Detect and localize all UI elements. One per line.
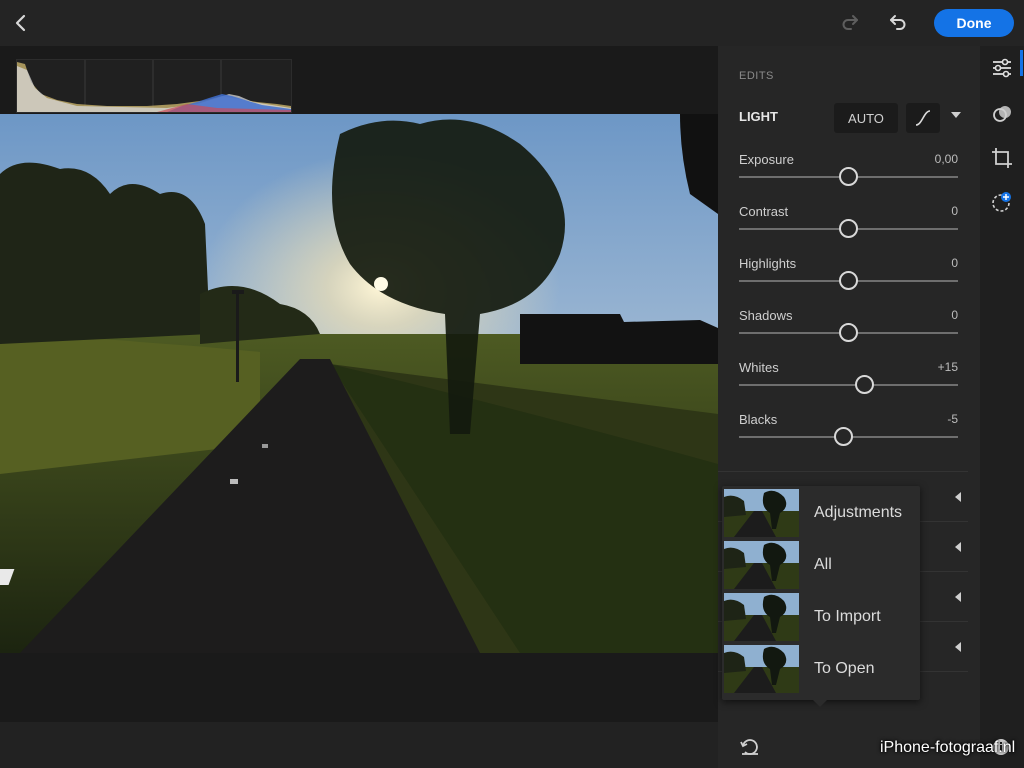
popup-item-label: To Open [814, 660, 875, 677]
section-collapse-arrow[interactable] [955, 542, 961, 552]
versions-popup-menu: Adjustments All To Import To Open [722, 486, 920, 700]
slider-blacks[interactable]: Blacks -5 [739, 412, 958, 456]
chevron-left-icon [15, 14, 26, 32]
reset-button[interactable] [740, 738, 760, 756]
slider-value[interactable]: 0,00 [935, 152, 958, 166]
slider-thumb[interactable] [833, 427, 853, 446]
slider-thumb[interactable] [839, 219, 858, 238]
edit-tool-button[interactable] [990, 56, 1014, 80]
slider-exposure[interactable]: Exposure 0,00 [739, 152, 958, 196]
edit-sliders-icon [993, 58, 1011, 78]
popup-item-adjustments[interactable]: Adjustments [722, 486, 920, 538]
mask-tool-button[interactable] [990, 102, 1014, 126]
histogram [16, 59, 292, 113]
histogram-graph [17, 60, 291, 112]
section-divider [718, 471, 968, 472]
section-collapse-arrow[interactable] [955, 592, 961, 602]
slider-label: Contrast [739, 204, 789, 219]
slider-label: Blacks [739, 412, 778, 427]
healing-tool-button[interactable] [990, 190, 1014, 214]
selective-mask-icon [993, 106, 1011, 122]
tone-curve-icon [915, 110, 931, 126]
slider-thumb[interactable] [855, 375, 875, 394]
slider-label: Whites [739, 360, 779, 375]
light-section-title[interactable]: LIGHT [739, 109, 778, 124]
version-thumbnail [724, 541, 799, 589]
bottom-filmstrip-area [0, 722, 718, 768]
done-button[interactable]: Done [934, 9, 1014, 37]
slider-value[interactable]: 0 [951, 204, 958, 218]
slider-value[interactable]: -5 [947, 412, 958, 426]
back-button[interactable] [6, 0, 36, 46]
tone-curve-button[interactable] [906, 103, 940, 133]
version-thumbnail [724, 645, 799, 693]
auto-button[interactable]: AUTO [834, 103, 898, 133]
light-expand-caret[interactable] [951, 112, 961, 118]
undo-button[interactable] [884, 0, 910, 46]
slider-thumb[interactable] [839, 271, 858, 290]
healing-icon [992, 192, 1011, 212]
popup-item-all[interactable]: All [722, 538, 920, 590]
slider-label: Shadows [739, 308, 793, 323]
slider-value[interactable]: 0 [951, 308, 958, 322]
tool-rail [980, 46, 1024, 768]
crop-tool-button[interactable] [990, 146, 1014, 170]
slider-whites[interactable]: Whites +15 [739, 360, 958, 404]
photo-preview[interactable] [0, 114, 718, 653]
slider-track[interactable] [739, 384, 958, 386]
slider-label: Highlights [739, 256, 797, 271]
popup-item-to-import[interactable]: To Import [722, 590, 920, 642]
slider-value[interactable]: +15 [938, 360, 958, 374]
version-thumbnail [724, 593, 799, 641]
reset-icon [740, 739, 758, 755]
popup-item-label: Adjustments [814, 504, 903, 521]
slider-contrast[interactable]: Contrast 0 [739, 204, 958, 248]
redo-icon [842, 15, 858, 30]
popup-item-to-open[interactable]: To Open [722, 642, 920, 694]
popup-item-label: To Import [814, 608, 881, 625]
crop-icon [992, 148, 1012, 168]
popup-pointer [813, 700, 827, 707]
version-thumbnail [724, 489, 799, 537]
slider-value[interactable]: 0 [951, 256, 958, 270]
section-collapse-arrow[interactable] [955, 642, 961, 652]
watermark-text: iPhone-fotograaf.nl [880, 739, 1016, 756]
landscape-photo [0, 114, 718, 653]
top-bar: Done [0, 0, 1024, 46]
slider-highlights[interactable]: Highlights 0 [739, 256, 958, 300]
undo-icon [890, 15, 906, 30]
slider-thumb[interactable] [839, 323, 858, 342]
popup-item-label: All [814, 556, 832, 573]
section-collapse-arrow[interactable] [955, 492, 961, 502]
active-tool-indicator [1020, 50, 1023, 76]
slider-label: Exposure [739, 152, 794, 167]
slider-shadows[interactable]: Shadows 0 [739, 308, 958, 352]
redo-button[interactable] [838, 0, 864, 46]
panel-section-label: EDITS [739, 70, 774, 82]
slider-thumb[interactable] [839, 167, 858, 186]
